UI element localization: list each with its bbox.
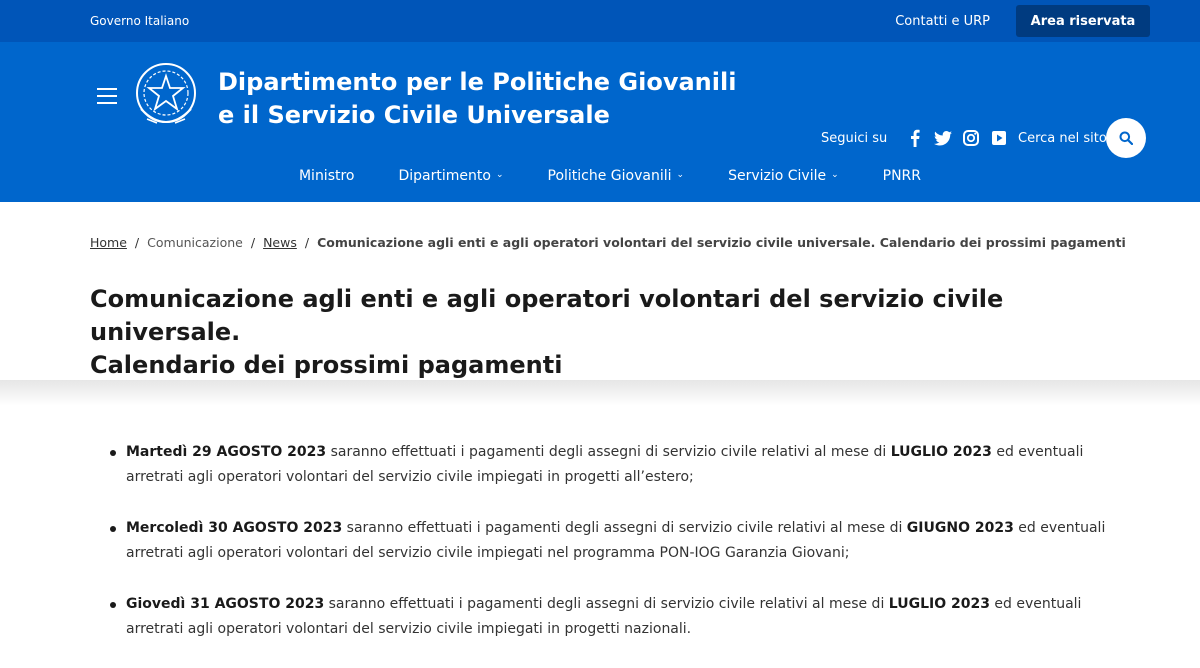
breadcrumb-separator: / <box>250 235 256 250</box>
bullet-icon <box>110 450 116 456</box>
breadcrumb-separator: / <box>304 235 310 250</box>
breadcrumb-current: Comunicazione agli enti e agli operatori… <box>317 235 1126 250</box>
breadcrumb-news[interactable]: News <box>263 235 297 250</box>
search-button[interactable] <box>1106 118 1146 158</box>
nav-item-pnrr[interactable]: PNRR <box>861 150 943 202</box>
list-item: Mercoledì 30 AGOSTO 2023 saranno effettu… <box>110 516 1140 566</box>
nav-label: Servizio Civile <box>728 168 827 184</box>
twitter-icon[interactable] <box>933 128 953 148</box>
payment-text: saranno effettuati i pagamenti degli ass… <box>342 520 907 536</box>
payment-date: Martedì 29 AGOSTO 2023 <box>126 444 327 460</box>
nav-item-dipartimento[interactable]: Dipartimento ⌄ <box>377 150 526 202</box>
nav-item-ministro[interactable]: Ministro <box>277 150 377 202</box>
burger-line <box>97 95 117 97</box>
site-brand[interactable]: Dipartimento per le Politiche Giovanili … <box>218 66 736 132</box>
header-shadow <box>0 380 1200 406</box>
center-header: Dipartimento per le Politiche Giovanili … <box>0 42 1200 158</box>
payment-month: GIUGNO 2023 <box>906 520 1014 536</box>
breadcrumb-separator: / <box>134 235 140 250</box>
list-item: Giovedì 31 AGOSTO 2023 saranno effettuat… <box>110 592 1140 642</box>
chevron-down-icon: ⌄ <box>831 170 839 180</box>
breadcrumb: Home / Comunicazione / News / Comunicazi… <box>90 235 1126 250</box>
slim-header: Governo Italiano Contatti e URP Area ris… <box>0 0 1200 42</box>
social-bar: Seguici su <box>821 128 1009 148</box>
payment-date: Giovedì 31 AGOSTO 2023 <box>126 596 325 612</box>
bullet-icon <box>110 602 116 608</box>
follow-label: Seguici su <box>821 130 888 146</box>
page-title: Comunicazione agli enti e agli operatori… <box>90 283 1130 382</box>
payment-date: Mercoledì 30 AGOSTO 2023 <box>126 520 343 536</box>
youtube-icon[interactable] <box>989 128 1009 148</box>
list-item: Martedì 29 AGOSTO 2023 saranno effettuat… <box>110 440 1140 490</box>
menu-toggle-button[interactable] <box>97 88 117 104</box>
burger-line <box>97 88 117 90</box>
nav-item-politiche-giovanili[interactable]: Politiche Giovanili ⌄ <box>526 150 707 202</box>
payment-month: LUGLIO 2023 <box>890 444 992 460</box>
payment-text: saranno effettuati i pagamenti degli ass… <box>324 596 889 612</box>
contacts-link[interactable]: Contatti e URP <box>895 14 990 29</box>
main-nav: Ministro Dipartimento ⌄ Politiche Giovani… <box>0 150 1200 202</box>
breadcrumb-home[interactable]: Home <box>90 235 127 250</box>
page-title-line: Comunicazione agli enti e agli operatori… <box>90 285 1004 346</box>
chevron-down-icon: ⌄ <box>495 170 504 180</box>
page-title-line: Calendario dei prossimi pagamenti <box>90 351 563 379</box>
brand-line: e il Servizio Civile Universale <box>218 101 610 129</box>
burger-line <box>97 102 117 104</box>
bullet-icon <box>110 526 116 532</box>
top-header: Governo Italiano Contatti e URP Area ris… <box>0 0 1200 202</box>
nav-label: Ministro <box>298 168 355 184</box>
payment-text: saranno effettuati i pagamenti degli ass… <box>326 444 891 460</box>
chevron-down-icon: ⌄ <box>676 170 685 180</box>
gov-link[interactable]: Governo Italiano <box>90 14 189 28</box>
nav-item-servizio-civile[interactable]: Servizio Civile ⌄ <box>706 150 861 202</box>
nav-label: Dipartimento <box>398 168 491 184</box>
brand-line: Dipartimento per le Politiche Giovanili <box>218 68 737 96</box>
republic-emblem-icon[interactable] <box>133 59 199 133</box>
facebook-icon[interactable] <box>905 128 925 148</box>
instagram-icon[interactable] <box>961 128 981 148</box>
nav-label: Politiche Giovanili <box>547 168 672 184</box>
search-label: Cerca nel sito <box>1018 131 1107 146</box>
payment-month: LUGLIO 2023 <box>888 596 990 612</box>
slim-header-actions: Contatti e URP Area riservata <box>895 5 1150 37</box>
reserved-area-button[interactable]: Area riservata <box>1016 5 1150 37</box>
breadcrumb-section: Comunicazione <box>147 235 243 250</box>
nav-label: PNRR <box>882 168 922 184</box>
search-icon <box>1119 131 1133 145</box>
